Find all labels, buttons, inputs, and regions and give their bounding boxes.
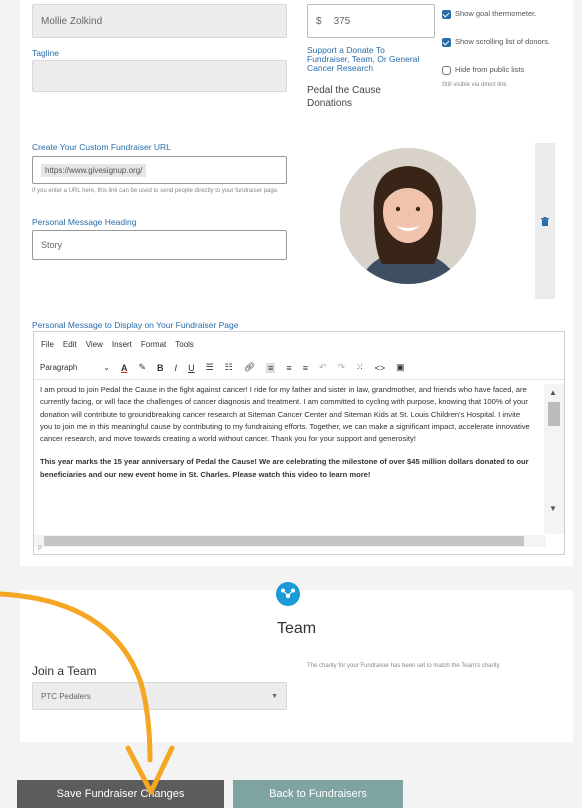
goal-input[interactable]: $ 375 (307, 4, 435, 38)
profile-photo[interactable] (338, 146, 478, 286)
code-icon[interactable]: <> (375, 363, 386, 373)
menu-edit[interactable]: Edit (63, 340, 77, 349)
tagline-label: Tagline (32, 48, 59, 58)
photo-side-panel (535, 143, 555, 299)
editor-content[interactable]: I am proud to join Pedal the Cause in th… (34, 384, 540, 540)
scroll-down-icon[interactable]: ▼ (549, 504, 557, 513)
scroll-thumb[interactable] (548, 402, 560, 426)
message-editor[interactable]: File Edit View Insert Format Tools Parag… (33, 331, 565, 555)
special-char-icon[interactable]: ⁙ (356, 362, 364, 373)
url-input[interactable]: https://www.givesignup.org/ (32, 156, 287, 184)
italic-icon[interactable]: I (175, 363, 178, 373)
message-paragraph-2: This year marks the 15 year anniversary … (40, 457, 529, 479)
scroll-up-icon[interactable]: ▲ (549, 388, 557, 397)
support-value: Pedal the Cause Donations (307, 85, 381, 109)
team-icon (276, 582, 300, 606)
currency-symbol: $ (316, 15, 322, 27)
url-label: Create Your Custom Fundraiser URL (32, 142, 171, 152)
name-input[interactable]: Mollie Zolkind (32, 4, 287, 38)
hide-checkbox[interactable] (442, 66, 451, 75)
hide-note: Still visible via direct link. (442, 82, 509, 88)
join-team-label: Join a Team (32, 664, 97, 678)
align-center-icon[interactable]: ≡ (286, 363, 291, 373)
photo-panel (310, 140, 553, 300)
donors-checkbox[interactable] (442, 38, 451, 47)
bullet-list-icon[interactable]: ☰ (206, 362, 214, 373)
url-help: If you enter a URL here, this link can b… (32, 188, 279, 194)
editor-toolbar: Paragraph ⌄ A ✎ B I U ☰ ☷ 🔗︎ ≡ ≡ ≡ ↶ ↷ ⁙ … (34, 356, 564, 380)
bold-icon[interactable]: B (157, 363, 164, 373)
menu-tools[interactable]: Tools (175, 340, 194, 349)
hscroll-thumb[interactable] (44, 536, 524, 546)
team-title: Team (276, 620, 317, 637)
thermometer-option[interactable]: Show goal thermometer. (442, 9, 552, 19)
team-note: The charity for your Fundraiser has been… (307, 663, 501, 669)
undo-icon[interactable]: ↶ (319, 362, 327, 373)
menu-file[interactable]: File (41, 340, 54, 349)
menu-view[interactable]: View (86, 340, 103, 349)
underline-icon[interactable]: U (188, 363, 195, 373)
donors-option[interactable]: Show scrolling list of donors. (442, 37, 552, 47)
align-left-icon[interactable]: ≡ (266, 362, 276, 373)
editor-vertical-scrollbar[interactable]: ▲ ▼ (544, 384, 564, 534)
trash-icon[interactable] (541, 217, 549, 226)
chevron-down-icon: ⌄ (103, 363, 110, 372)
align-right-icon[interactable]: ≡ (303, 363, 308, 373)
redo-icon[interactable]: ↷ (338, 362, 346, 373)
editor-menubar: File Edit View Insert Format Tools (34, 332, 564, 356)
team-card: Team Join a Team PTC Pedalers ▼ The char… (20, 582, 573, 742)
message-label: Personal Message to Display on Your Fund… (32, 320, 239, 330)
heading-input[interactable]: Story (32, 230, 287, 260)
hide-option[interactable]: Hide from public lists (442, 65, 552, 75)
text-color-icon[interactable]: A (121, 363, 128, 373)
support-label[interactable]: Support a Donate To Fundraiser, Team, Or… (307, 46, 427, 73)
menu-insert[interactable]: Insert (112, 340, 132, 349)
team-select[interactable]: PTC Pedalers ▼ (32, 682, 287, 710)
menu-format[interactable]: Format (141, 340, 166, 349)
dropdown-arrow-icon: ▼ (271, 692, 278, 700)
tagline-input[interactable] (32, 60, 287, 92)
format-select[interactable]: Paragraph ⌄ (40, 363, 110, 372)
link-icon[interactable]: 🔗︎ (244, 362, 255, 373)
thermometer-checkbox[interactable] (442, 10, 451, 19)
numbered-list-icon[interactable]: ☷ (225, 362, 233, 373)
message-paragraph-1: I am proud to join Pedal the Cause in th… (40, 385, 530, 444)
editor-horizontal-scrollbar[interactable] (34, 535, 546, 547)
highlight-icon[interactable]: ✎ (139, 362, 147, 373)
image-icon[interactable]: ▣ (396, 362, 405, 373)
goal-amount: 375 (333, 15, 351, 27)
editor-status: p (38, 544, 42, 551)
heading-label: Personal Message Heading (32, 217, 137, 227)
